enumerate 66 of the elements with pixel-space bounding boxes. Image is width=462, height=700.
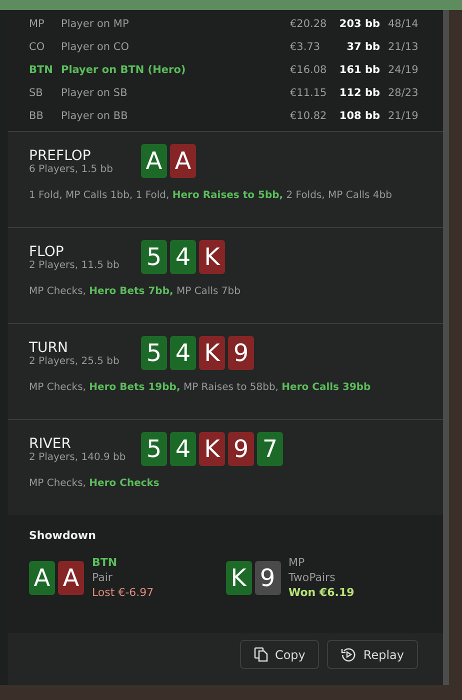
street-name: PREFLOP xyxy=(29,148,92,164)
player-big-blinds: 37 bb xyxy=(346,40,380,52)
action-summary: MP Checks, Hero Bets 19bb, MP Raises to 58bb, Hero Calls 39bb xyxy=(29,382,372,393)
card: 9 xyxy=(228,336,254,370)
card: 5 xyxy=(141,432,167,466)
street-name: RIVER xyxy=(29,436,72,452)
replay-icon xyxy=(341,647,356,662)
hand-result: Lost €-6.97 xyxy=(92,586,154,599)
street-info: 2 Players, 11.5 bb xyxy=(29,260,120,270)
player-position: CO xyxy=(28,40,46,52)
copy-icon xyxy=(254,647,268,662)
player-stack: €16.08 xyxy=(290,64,328,76)
player-stats: 48/14 xyxy=(388,18,418,30)
card: K xyxy=(226,560,252,594)
player-big-blinds: 108 bb xyxy=(338,110,380,122)
card: 5 xyxy=(141,240,167,274)
player-position: BTN xyxy=(28,64,54,76)
player-stack: €3.73 xyxy=(290,40,322,52)
player-stats: 21/19 xyxy=(388,110,418,122)
hand-result: Won €6.19 xyxy=(288,586,354,599)
player-stack: €20.28 xyxy=(290,18,328,30)
card: 4 xyxy=(170,240,196,274)
card: A xyxy=(29,560,55,594)
player-name: Player on BTN (Hero) xyxy=(61,64,187,76)
card: 4 xyxy=(170,432,196,466)
hand-position: BTN xyxy=(92,556,118,569)
copy-button[interactable]: Copy xyxy=(240,640,320,669)
street-name: TURN xyxy=(29,340,69,356)
street-name: FLOP xyxy=(29,244,65,260)
showdown-title: Showdown xyxy=(29,529,97,542)
card: 4 xyxy=(170,336,196,370)
replay-button[interactable]: Replay xyxy=(327,640,418,669)
card: K xyxy=(199,336,225,370)
hand-position: MP xyxy=(288,556,306,569)
action-summary: MP Checks, Hero Bets 7bb, MP Calls 7bb xyxy=(29,286,242,297)
player-position: MP xyxy=(28,18,46,30)
player-big-blinds: 161 bb xyxy=(338,64,380,76)
card: A xyxy=(141,144,167,178)
player-name: Player on CO xyxy=(61,40,130,52)
hand-rank: Pair xyxy=(92,571,114,584)
action-summary: MP Checks, Hero Checks xyxy=(29,478,160,489)
card: 9 xyxy=(228,432,254,466)
card: A xyxy=(58,560,84,594)
card: K xyxy=(199,432,225,466)
card: A xyxy=(170,144,196,178)
card: 5 xyxy=(141,336,167,370)
hand-rank: TwoPairs xyxy=(288,571,336,584)
player-stack: €11.15 xyxy=(290,86,328,98)
player-stack: €10.82 xyxy=(290,110,328,122)
action-summary: 1 Fold, MP Calls 1bb, 1 Fold, Hero Raises to 5bb, 2 Folds, MP Calls 4bb xyxy=(29,190,393,201)
player-name: Player on MP xyxy=(61,18,130,30)
player-stats: 21/13 xyxy=(388,40,418,52)
street-info: 6 Players, 1.5 bb xyxy=(29,164,114,174)
player-stats: 24/19 xyxy=(388,64,418,76)
player-position: BB xyxy=(28,110,44,122)
street-info: 2 Players, 140.9 bb xyxy=(29,452,127,462)
player-big-blinds: 203 bb xyxy=(338,18,380,30)
player-name: Player on BB xyxy=(61,110,129,122)
player-name: Player on SB xyxy=(61,86,128,98)
card: 7 xyxy=(257,432,283,466)
player-position: SB xyxy=(28,86,44,98)
player-big-blinds: 112 bb xyxy=(338,86,380,98)
street-info: 2 Players, 25.5 bb xyxy=(29,356,120,366)
player-stats: 28/23 xyxy=(388,86,418,98)
card: K xyxy=(199,240,225,274)
card: 9 xyxy=(254,560,280,594)
